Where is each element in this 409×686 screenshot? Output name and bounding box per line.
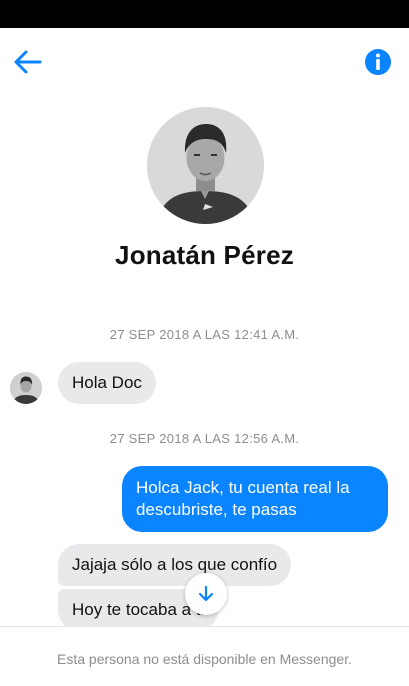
sender-avatar-image bbox=[10, 372, 42, 404]
info-icon bbox=[365, 49, 391, 75]
outgoing-message-bubble[interactable]: Holca Jack, tu cuenta real la descubrist… bbox=[122, 466, 388, 532]
top-bar bbox=[0, 28, 409, 94]
message-timestamp: 27 SEP 2018 A LAS 12:56 A.M. bbox=[109, 431, 300, 446]
back-arrow-icon bbox=[14, 50, 42, 74]
arrow-down-icon bbox=[198, 585, 214, 602]
info-button[interactable] bbox=[362, 46, 394, 78]
footer: Esta persona no está disponible en Messe… bbox=[0, 626, 409, 686]
sender-avatar[interactable] bbox=[10, 372, 42, 404]
status-bar bbox=[0, 0, 409, 28]
profile-photo[interactable] bbox=[147, 107, 264, 224]
profile-photo-image bbox=[147, 107, 264, 224]
incoming-message-bubble[interactable]: Hola Doc bbox=[58, 362, 156, 404]
unavailable-notice: Esta persona no está disponible en Messe… bbox=[57, 651, 352, 667]
scroll-to-bottom-button[interactable] bbox=[185, 573, 227, 615]
message-timestamp: 27 SEP 2018 A LAS 12:41 A.M. bbox=[109, 327, 300, 342]
incoming-message-bubble[interactable]: Jajaja sólo a los que confío bbox=[58, 544, 292, 586]
back-button[interactable] bbox=[10, 44, 46, 80]
profile-name: Jonatán Pérez bbox=[115, 240, 294, 270]
